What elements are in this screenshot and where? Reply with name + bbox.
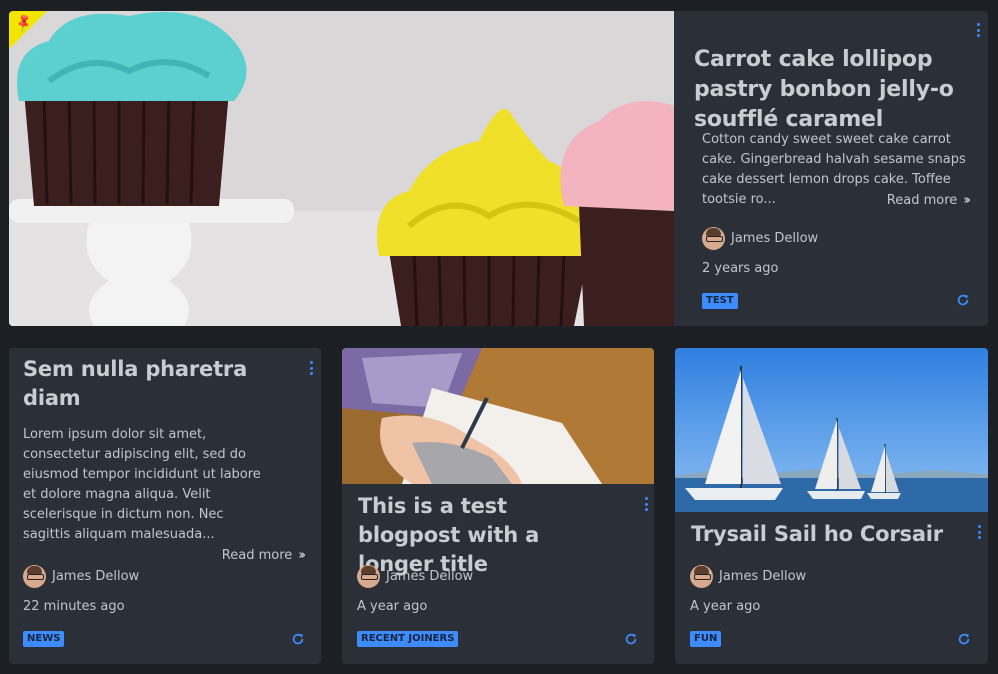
post-author[interactable]: James Dellow <box>702 227 818 250</box>
avatar <box>690 565 713 588</box>
more-vertical-icon[interactable] <box>974 22 982 38</box>
read-more-link[interactable]: Read more ›› <box>886 193 971 208</box>
post-image[interactable] <box>342 348 654 484</box>
post-author[interactable]: James Dellow <box>357 565 473 588</box>
more-vertical-icon[interactable] <box>307 360 315 376</box>
refresh-icon[interactable] <box>957 632 971 646</box>
read-more-label: Read more <box>886 193 958 208</box>
avatar <box>357 565 380 588</box>
more-vertical-icon[interactable] <box>642 496 650 512</box>
more-vertical-icon[interactable] <box>975 524 983 540</box>
author-name: James Dellow <box>386 569 474 584</box>
post-card[interactable]: This is a test blogpost with a longer ti… <box>342 348 654 664</box>
read-more-link[interactable]: Read more ›› <box>221 548 306 563</box>
author-name: James Dellow <box>719 569 807 584</box>
post-time: 22 minutes ago <box>23 599 125 614</box>
author-name: James Dellow <box>52 569 140 584</box>
refresh-icon[interactable] <box>291 632 305 646</box>
post-time: 2 years ago <box>702 261 779 276</box>
post-body: This is a test blogpost with a longer ti… <box>342 484 654 664</box>
post-body: Trysail Sail ho Corsair James Dellow A y… <box>675 484 988 664</box>
tag-badge[interactable]: FUN <box>690 631 722 647</box>
refresh-icon[interactable] <box>956 293 970 307</box>
tag-badge[interactable]: TEST <box>702 293 738 309</box>
featured-post-image[interactable]: 📌 <box>9 11 674 326</box>
post-time: A year ago <box>690 599 761 614</box>
tag-badge[interactable]: NEWS <box>23 631 65 647</box>
avatar <box>23 565 46 588</box>
featured-post-card[interactable]: 📌 Carrot cake lollipop pastry bonbon jel… <box>9 11 988 326</box>
avatar <box>702 227 725 250</box>
post-time: A year ago <box>357 599 428 614</box>
post-title[interactable]: Trysail Sail ho Corsair <box>691 520 951 549</box>
double-chevron-right-icon: ›› <box>963 193 971 208</box>
post-card[interactable]: Sem nulla pharetra diam Lorem ipsum dolo… <box>9 348 321 664</box>
post-excerpt: Lorem ipsum dolor sit amet, consectetur … <box>23 427 261 542</box>
double-chevron-right-icon: ›› <box>298 548 306 563</box>
post-title[interactable]: Carrot cake lollipop pastry bonbon jelly… <box>694 45 954 135</box>
author-name: James Dellow <box>731 231 819 246</box>
post-author[interactable]: James Dellow <box>23 565 139 588</box>
post-card[interactable]: Trysail Sail ho Corsair James Dellow A y… <box>675 348 988 664</box>
refresh-icon[interactable] <box>624 632 638 646</box>
post-body: Sem nulla pharetra diam Lorem ipsum dolo… <box>9 348 321 664</box>
post-author[interactable]: James Dellow <box>690 565 806 588</box>
post-title[interactable]: Sem nulla pharetra diam <box>23 355 263 413</box>
tag-badge[interactable]: RECENT JOINERS <box>357 631 459 647</box>
read-more-label: Read more <box>221 548 293 563</box>
